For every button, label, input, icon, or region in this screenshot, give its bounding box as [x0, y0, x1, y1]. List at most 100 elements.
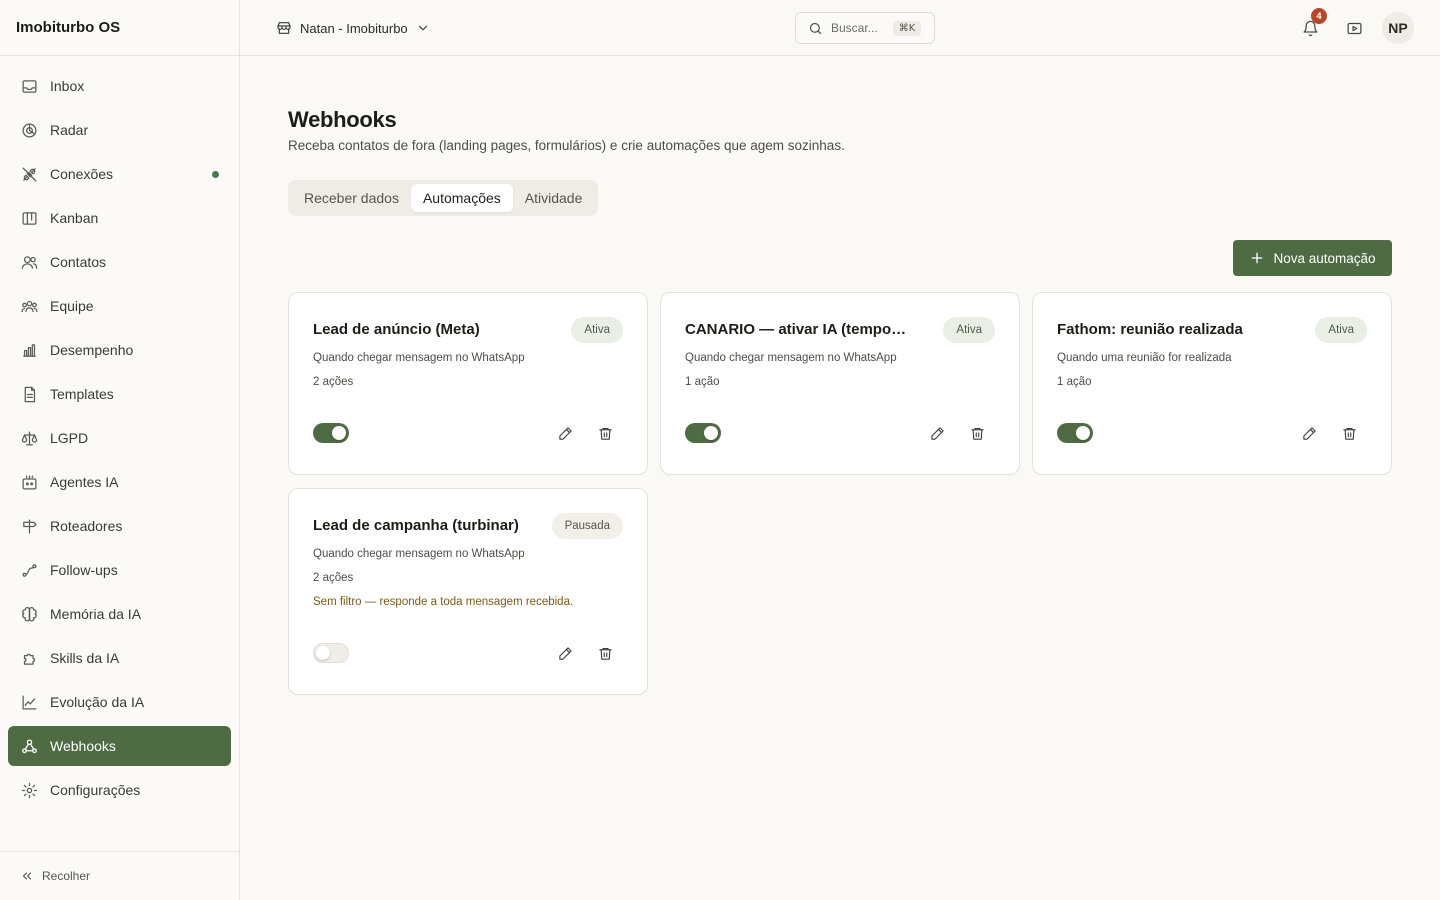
webhook-icon	[20, 737, 38, 755]
avatar[interactable]: NP	[1382, 12, 1414, 44]
automation-toggle[interactable]	[313, 423, 349, 443]
tab-receber-dados[interactable]: Receber dados	[292, 184, 411, 212]
sidebar-item-roteadores[interactable]: Roteadores	[8, 506, 231, 546]
sidebar-item-lgpd[interactable]: LGPD	[8, 418, 231, 458]
sidebar-item-label: Kanban	[50, 210, 99, 226]
sidebar-item-label: Radar	[50, 122, 89, 138]
sidebar-item-desempenho[interactable]: Desempenho	[8, 330, 231, 370]
search-icon	[808, 21, 823, 36]
automation-toggle[interactable]	[685, 423, 721, 443]
document-icon	[20, 385, 38, 403]
tab-atividade[interactable]: Atividade	[513, 184, 595, 212]
status-badge: Ativa	[943, 317, 995, 343]
automation-actions-count: 2 ações	[313, 572, 354, 584]
notification-badge: 4	[1311, 8, 1327, 24]
edit-button[interactable]	[927, 423, 947, 443]
automation-title: CANARIO — ativar IA (temporari...	[685, 321, 910, 338]
chevron-down-icon	[416, 21, 430, 35]
radar-icon	[20, 121, 38, 139]
automation-card: Fathom: reunião realizada Ativa Quando u…	[1032, 292, 1392, 475]
sidebar-item-agentes-ia[interactable]: Agentes IA	[8, 462, 231, 502]
new-automation-button[interactable]: Nova automação	[1233, 240, 1392, 276]
sidebar-item-label: Memória da IA	[50, 606, 142, 622]
sidebar-item-conexoes[interactable]: Conexões	[8, 154, 231, 194]
automation-title: Lead de anúncio (Meta)	[313, 321, 480, 338]
automation-actions-count: 1 ação	[685, 376, 720, 388]
puzzle-icon	[20, 649, 38, 667]
search-placeholder: Buscar...	[831, 21, 878, 35]
automation-trigger: Quando chegar mensagem no WhatsApp	[313, 352, 525, 364]
automation-trigger: Quando chegar mensagem no WhatsApp	[313, 548, 525, 560]
automation-card: Lead de campanha (turbinar) Pausada Quan…	[288, 488, 648, 695]
plus-icon	[1249, 250, 1265, 266]
notifications-button[interactable]: 4	[1298, 8, 1327, 40]
pencil-icon	[930, 426, 945, 441]
automation-title: Lead de campanha (turbinar)	[313, 517, 519, 534]
collapse-label: Recolher	[42, 869, 91, 883]
sidebar: Imobiturbo OS Inbox Radar Conexões Kanba…	[0, 0, 240, 900]
status-badge: Ativa	[1315, 317, 1367, 343]
sidebar-item-inbox[interactable]: Inbox	[8, 66, 231, 106]
brain-icon	[20, 605, 38, 623]
bot-icon	[20, 473, 38, 491]
automation-card: Lead de anúncio (Meta) Ativa Quando cheg…	[288, 292, 648, 475]
topbar: Natan - Imobiturbo Buscar... ⌘K 4 NP	[240, 0, 1440, 56]
contacts-icon	[20, 253, 38, 271]
sidebar-item-label: Inbox	[50, 78, 85, 94]
sidebar-item-skills-ia[interactable]: Skills da IA	[8, 638, 231, 678]
sidebar-item-radar[interactable]: Radar	[8, 110, 231, 150]
collapse-sidebar-button[interactable]: Recolher	[0, 851, 239, 900]
trash-icon	[598, 646, 613, 661]
toggle-knob	[704, 426, 718, 440]
delete-button[interactable]	[1339, 423, 1359, 443]
sidebar-item-memoria-ia[interactable]: Memória da IA	[8, 594, 231, 634]
inbox-icon	[20, 77, 38, 95]
sidebar-item-label: Configurações	[50, 782, 141, 798]
sidebar-item-equipe[interactable]: Equipe	[8, 286, 231, 326]
delete-button[interactable]	[595, 643, 615, 663]
sidebar-item-webhooks[interactable]: Webhooks	[8, 726, 231, 766]
delete-button[interactable]	[595, 423, 615, 443]
team-icon	[20, 297, 38, 315]
automation-toggle[interactable]	[313, 643, 349, 663]
status-badge: Ativa	[571, 317, 623, 343]
sidebar-item-configuracoes[interactable]: Configurações	[8, 770, 231, 810]
sidebar-item-label: Roteadores	[50, 518, 123, 534]
pencil-icon	[558, 646, 573, 661]
double-chevron-left-icon	[20, 869, 34, 883]
delete-button[interactable]	[967, 423, 987, 443]
sidebar-item-templates[interactable]: Templates	[8, 374, 231, 414]
status-dot	[212, 170, 219, 178]
automation-toggle[interactable]	[1057, 423, 1093, 443]
gear-icon	[20, 781, 38, 799]
search-input[interactable]: Buscar... ⌘K	[795, 12, 935, 44]
edit-button[interactable]	[555, 423, 575, 443]
sidebar-item-label: LGPD	[50, 430, 89, 446]
automation-warning: Sem filtro — responde a toda mensagem re…	[313, 596, 574, 608]
page-title: Webhooks	[288, 107, 397, 132]
edit-button[interactable]	[555, 643, 575, 663]
video-tutorial-button[interactable]	[1342, 16, 1366, 40]
bar-chart-icon	[20, 341, 38, 359]
tab-automacoes[interactable]: Automações	[410, 184, 513, 212]
search-shortcut: ⌘K	[892, 20, 922, 36]
trash-icon	[598, 426, 613, 441]
signpost-icon	[20, 517, 38, 535]
app-title: Imobiturbo OS	[0, 0, 239, 56]
workspace-switcher[interactable]: Natan - Imobiturbo	[276, 17, 430, 39]
sidebar-item-follow-ups[interactable]: Follow-ups	[8, 550, 231, 590]
sidebar-item-label: Desempenho	[50, 342, 134, 358]
sidebar-item-kanban[interactable]: Kanban	[8, 198, 231, 238]
sidebar-item-label: Conexões	[50, 166, 114, 182]
workspace-name: Natan - Imobiturbo	[300, 20, 408, 36]
tabs: Receber dados Automações Atividade	[288, 180, 599, 216]
sidebar-item-evolucao-ia[interactable]: Evolução da IA	[8, 682, 231, 722]
automation-trigger: Quando uma reunião for realizada	[1057, 352, 1232, 364]
sidebar-item-contatos[interactable]: Contatos	[8, 242, 231, 282]
sidebar-item-label: Agentes IA	[50, 474, 119, 490]
sidebar-item-label: Follow-ups	[50, 562, 118, 578]
toggle-knob	[1076, 426, 1090, 440]
edit-button[interactable]	[1299, 423, 1319, 443]
sidebar-item-label: Evolução da IA	[50, 694, 145, 710]
automation-actions-count: 2 ações	[313, 376, 354, 388]
